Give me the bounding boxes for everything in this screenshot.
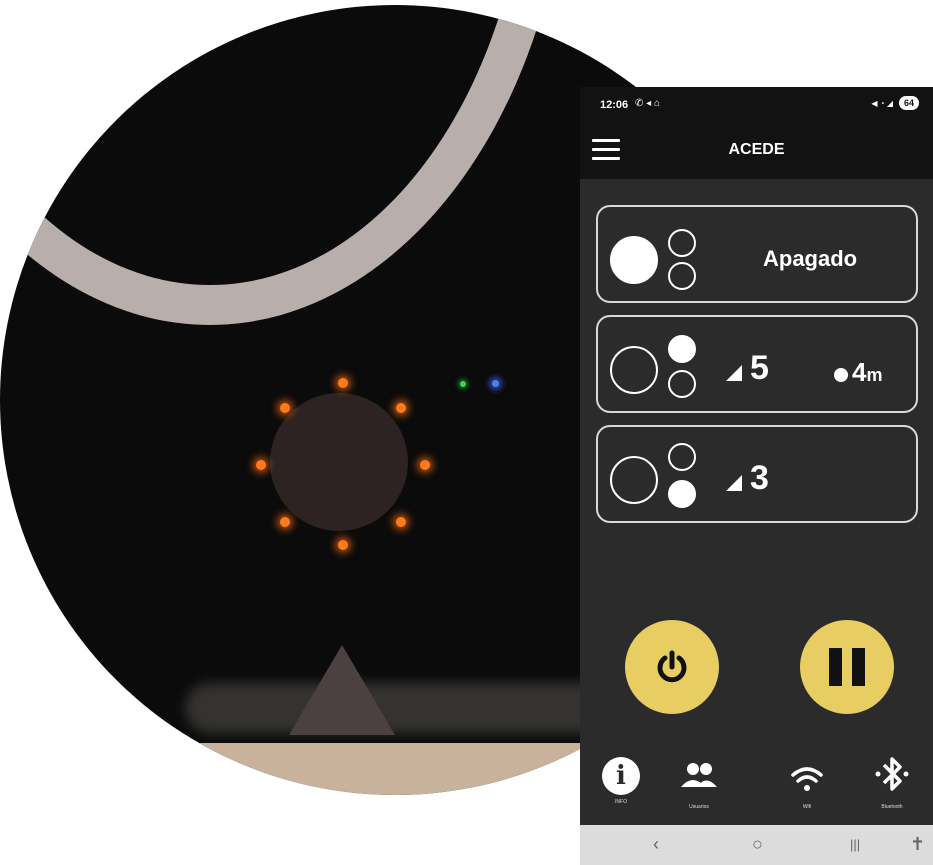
power-button[interactable] [625,620,719,714]
power-icon [657,650,687,683]
nav-caption: Usuarios [689,804,709,810]
status-right-icons: ◀ ◔ ◢ [871,98,893,108]
mode-card-off[interactable]: Apagado [596,205,918,303]
app-bar: ACEDE [580,123,933,179]
mode-level: 5 [750,349,769,387]
nav-caption: INFO [615,799,627,805]
status-left-icons: ✆ ◂ ⌂ [635,98,660,109]
phone-screen: 12:06 ✆ ◂ ⌂ ◀ ◔ ◢ 64 ACEDE Apagado 5 4m … [580,87,933,865]
nav-caption: Bluetooth [881,804,903,810]
mode-card-level[interactable]: 5 4m [596,315,918,413]
nav-users[interactable]: Usuarios [676,747,722,810]
led-indicator [280,403,290,413]
led-indicator [420,460,430,470]
small-circle-icon [668,262,696,290]
bluetooth-icon [875,757,909,791]
app-title: ACEDE [728,141,785,158]
battery-icon: 64 [898,96,919,110]
small-circle-icon [668,480,696,508]
nav-caption: Wifi [802,804,812,810]
nav-info[interactable]: i INFO [598,747,644,805]
status-time: 12:06 [600,99,629,111]
small-circle-icon [668,335,696,363]
nav-bluetooth[interactable]: Bluetooth [867,747,917,810]
timer-icon [834,368,848,382]
large-circle-icon [610,456,658,504]
bottom-nav: i INFO Usuarios Wifi Bluetooth [580,747,933,825]
led-indicator [396,403,406,413]
level-icon [726,364,742,381]
led-indicator [338,378,348,388]
system-nav-bar: ‹ ○ ||| ✝ [580,825,933,865]
large-circle-icon [610,236,658,284]
recents-icon[interactable]: ||| [850,837,860,852]
mode-timer: 4 [852,357,867,387]
led-indicator [396,517,406,527]
home-icon[interactable]: ○ [752,834,763,855]
level-icon [726,474,742,491]
mode-level: 3 [750,459,769,497]
mode-label: Apagado [763,246,858,271]
device-triangle-mark [289,645,395,735]
mode-card-level[interactable]: 3 [596,425,918,523]
mode-timer-unit: m [866,365,883,385]
large-circle-icon [610,346,658,394]
info-icon: i [602,757,640,795]
led-indicator [338,540,348,550]
small-circle-icon [668,443,696,471]
status-bar: 12:06 ✆ ◂ ⌂ ◀ ◔ ◢ 64 [580,87,933,123]
small-circle-icon [668,229,696,257]
nav-wifi[interactable]: Wifi [784,747,830,810]
led-indicator [256,460,266,470]
green-status-led [460,381,466,387]
back-icon[interactable]: ‹ [653,834,659,855]
wifi-icon [791,767,823,791]
users-icon [681,763,717,787]
blue-status-led [492,380,499,387]
accessibility-icon[interactable]: ✝ [910,834,925,855]
device-center-disc [270,393,408,531]
device-ring [0,5,570,325]
led-indicator [280,517,290,527]
pause-button[interactable] [800,620,894,714]
small-circle-icon [668,370,696,398]
